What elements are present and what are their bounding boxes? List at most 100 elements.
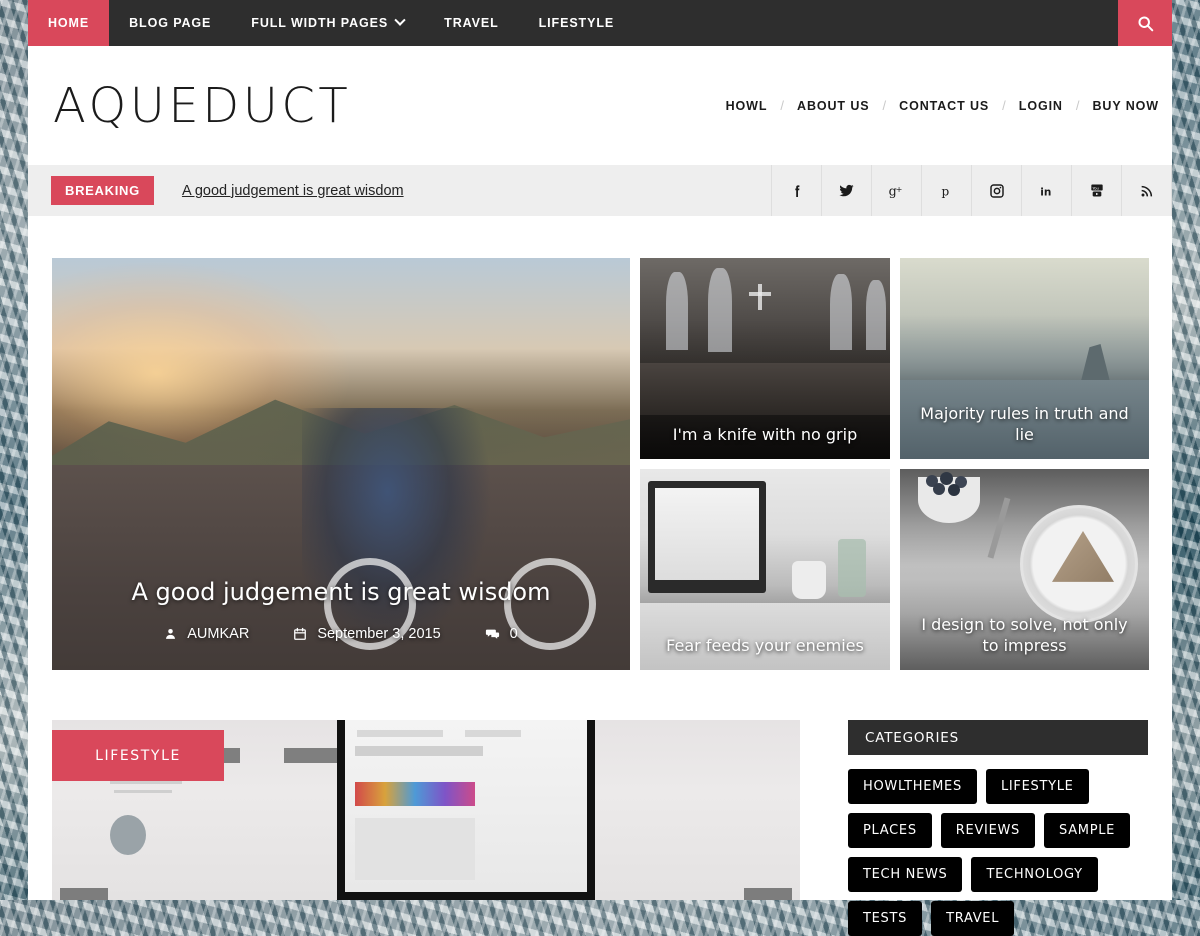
nav-item-blog-page[interactable]: BLOG PAGE [109,0,231,46]
bg-ui-tabs [355,746,483,756]
rss-link[interactable] [1122,165,1172,216]
breaking-news-bar: BREAKING A good judgement is great wisdo… [28,165,1172,216]
post-category-badge[interactable]: LIFESTYLE [52,730,224,781]
tile-cross-vertical [758,284,762,310]
youtube-link[interactable]: You [1072,165,1122,216]
hero-caption: A good judgement is great wisdom AUMKAR [52,578,630,642]
comment-icon [485,629,499,639]
nav-item-travel[interactable]: TRAVEL [424,0,518,46]
social-links: g + p in You [771,165,1172,216]
category-tag-technology[interactable]: TECHNOLOGY [971,857,1098,892]
nav-item-label: HOME [48,16,90,30]
linkedin-icon: in [1040,186,1051,198]
tile-window [866,280,886,350]
instagram-link[interactable] [972,165,1022,216]
user-icon [166,629,176,639]
pinterest-link[interactable]: p [922,165,972,216]
site-logo[interactable]: AQUEDUCT [53,78,351,134]
featured-tile-1[interactable]: I'm a knife with no grip [640,258,890,459]
bg-ui-thumbnail [110,815,146,855]
hero-author-name: AUMKAR [187,626,250,642]
category-tag-places[interactable]: PLACES [848,813,932,848]
facebook-link[interactable] [772,165,822,216]
main-navigation: HOME BLOG PAGE FULL WIDTH PAGES TRAVEL L… [28,0,1172,46]
featured-tile-2[interactable]: Majority rules in truth and lie [900,258,1149,459]
featured-tile-4[interactable]: I design to solve, not only to impress [900,469,1149,670]
hero-title[interactable]: A good judgement is great wisdom [52,578,630,606]
bg-ui-line [357,730,443,737]
featured-tile-3[interactable]: Fear feeds your enemies [640,469,890,670]
featured-posts-grid: A good judgement is great wisdom AUMKAR [52,258,1149,670]
hero-date[interactable]: September 3, 2015 [293,626,441,642]
post-monitor-screen [345,720,587,892]
hero-post[interactable]: A good judgement is great wisdom AUMKAR [52,258,630,670]
breaking-headline-link[interactable]: A good judgement is great wisdom [182,183,404,199]
secondary-nav-buy-now[interactable]: BUY NOW [1080,99,1173,113]
secondary-nav-about-us[interactable]: ABOUT US [784,99,882,113]
bg-ui-line [114,790,172,793]
category-tag-reviews[interactable]: REVIEWS [940,813,1035,848]
youtube-icon: You [1090,184,1103,197]
twitter-icon [839,184,854,197]
tile-blueberry [948,484,960,496]
tile-pews [640,363,890,415]
tile-cross-horizontal [749,292,771,296]
tile-rock [1080,344,1111,384]
search-button[interactable] [1118,0,1172,46]
category-tag-tech-news[interactable]: TECH NEWS [848,857,963,892]
hero-comment-count: 0 [509,626,518,642]
rss-icon [1141,185,1152,196]
post-monitor [337,720,595,900]
twitter-link[interactable] [822,165,872,216]
categories-tag-cloud: HOWLTHEMES LIFESTYLE PLACES REVIEWS SAMP… [848,755,1148,936]
categories-widget-title: CATEGORIES [848,720,1148,755]
site-header: AQUEDUCT HOWL / ABOUT US / CONTACT US / … [28,46,1172,165]
secondary-nav-login[interactable]: LOGIN [1006,99,1076,113]
nav-item-label: BLOG PAGE [129,16,212,30]
nav-item-label: TRAVEL [444,16,499,30]
tile-window [666,272,688,350]
nav-item-lifestyle[interactable]: LIFESTYLE [519,0,634,46]
svg-text:+: + [896,185,903,194]
tile-monitor-screen [655,488,759,580]
secondary-nav-contact-us[interactable]: CONTACT US [886,99,1002,113]
category-tag-tests[interactable]: TESTS [848,901,923,936]
category-tag-sample[interactable]: SAMPLE [1044,813,1131,848]
featured-tile-caption: I design to solve, not only to impress [921,615,1128,656]
category-tag-travel[interactable]: TRAVEL [931,901,1015,936]
instagram-icon [989,183,1004,198]
bg-ui-panel [355,818,475,880]
hero-author[interactable]: AUMKAR [164,626,249,642]
tile-mug [792,561,826,599]
pinterest-icon: p [942,184,950,198]
post-slider-tab[interactable] [744,888,792,900]
tile-vase [838,539,866,597]
svg-text:in: in [1040,186,1051,198]
category-tag-lifestyle[interactable]: LIFESTYLE [985,769,1089,804]
secondary-nav-howl[interactable]: HOWL [713,99,781,113]
nav-item-label: LIFESTYLE [538,16,615,30]
hero-date-text: September 3, 2015 [317,626,441,642]
google-plus-link[interactable]: g + [872,165,922,216]
tile-blueberry [933,483,945,495]
hero-comments[interactable]: 0 [485,626,518,642]
nav-item-home[interactable]: HOME [28,0,110,46]
category-tag-howlthemes[interactable]: HOWLTHEMES [848,769,977,804]
linkedin-link[interactable]: in [1022,165,1072,216]
nav-item-full-width-pages[interactable]: FULL WIDTH PAGES [231,0,424,46]
breaking-badge[interactable]: BREAKING [51,176,154,205]
calendar-icon [294,627,307,640]
google-plus-icon: g + [889,183,903,198]
post-card-lifestyle[interactable]: LIFESTYLE [52,720,800,900]
featured-tile-caption: Fear feeds your enemies [666,636,864,656]
bg-ui-line [465,730,521,737]
hero-meta: AUMKAR September 3, 2015 0 [52,626,630,642]
secondary-navigation: HOWL / ABOUT US / CONTACT US / LOGIN / B… [713,98,1172,113]
svg-text:p: p [942,184,950,198]
featured-tile-caption: Majority rules in truth and lie [920,404,1129,445]
facebook-icon [794,184,799,197]
post-slider-tab[interactable] [60,888,108,900]
bg-ui-toolbar [284,748,340,763]
chevron-down-icon [394,14,406,26]
search-icon [1137,15,1153,31]
